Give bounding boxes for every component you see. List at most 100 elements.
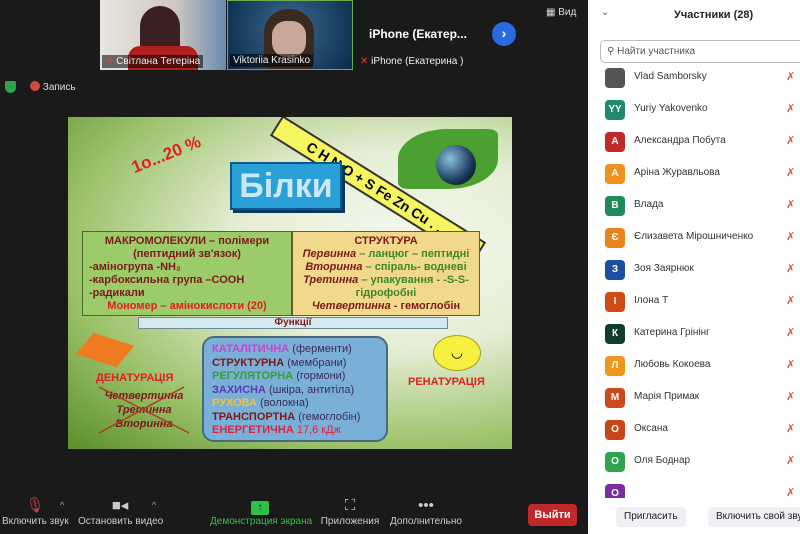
mic-muted-icon[interactable]: ✗: [786, 70, 795, 83]
function-item: ЕНЕРГЕТИЧНА 17,6 кДж: [212, 424, 341, 436]
participant-row[interactable]: YY Yuriy Yakovenko ✗: [588, 94, 800, 126]
invite-button[interactable]: Пригласить: [616, 507, 686, 527]
video-tile-viktoriia[interactable]: Viktoriia Krasinko: [227, 0, 353, 70]
participant-row[interactable]: І Ілона Т ✗: [588, 286, 800, 318]
participant-avatar: В: [605, 196, 625, 216]
participant-avatar: К: [605, 324, 625, 344]
participant-row[interactable]: О Оля Боднар ✗: [588, 446, 800, 478]
mic-muted-icon[interactable]: ✗: [786, 358, 795, 371]
mic-muted-icon[interactable]: ✗: [786, 102, 795, 115]
slide-denat-list: ЧетвертиннаТретиннаВторинна: [94, 386, 194, 434]
participant-row[interactable]: А Александра Побута ✗: [588, 126, 800, 158]
structure-level: Первинна: [302, 248, 357, 260]
slide-percent: 1о...20 %: [128, 132, 204, 177]
view-button[interactable]: ▦ Вид: [546, 7, 576, 18]
share-screen-button[interactable]: ↑ Демонстрация экрана: [210, 496, 312, 527]
participant-row[interactable]: О ✗: [588, 478, 800, 498]
participant-avatar: З: [605, 260, 625, 280]
panel-title: Участники (28): [674, 9, 754, 21]
leave-button[interactable]: Выйти: [528, 504, 577, 526]
strike-cross: [98, 386, 190, 434]
participant-row[interactable]: З Зоя Заярнюк ✗: [588, 254, 800, 286]
mic-muted-icon: ✕: [105, 56, 114, 67]
mic-muted-icon[interactable]: ✗: [786, 422, 795, 435]
video-options-chevron[interactable]: ^: [152, 500, 156, 510]
mic-muted-icon[interactable]: ✗: [786, 198, 795, 211]
slide-right-box: СТРУКТУРА Первинна – ланцюг – пептидні Вт…: [292, 231, 480, 316]
structure-desc: гідрофобні: [355, 287, 417, 299]
share-screen-icon: ↑: [210, 496, 310, 516]
participant-name: Оля Боднар: [634, 455, 691, 466]
mic-muted-icon: ✕: [360, 56, 369, 67]
participant-row[interactable]: Є Єлизавета Мірошниченко ✗: [588, 222, 800, 254]
shared-screen-slide: 1о...20 % C H N O + S Fe Zn Cu . . . Біл…: [68, 117, 512, 449]
participant-name: Vlad Samborsky: [634, 71, 707, 82]
participant-name: Єлизавета Мірошниченко: [634, 231, 754, 242]
mic-muted-icon[interactable]: ✗: [786, 486, 795, 498]
participant-name: Катерина Грінінг: [634, 327, 710, 338]
mic-muted-icon[interactable]: ✗: [786, 262, 795, 275]
record-icon: [30, 81, 40, 91]
function-item: РУХОВА (волокна): [212, 397, 309, 409]
participant-row[interactable]: К Катерина Грінінг ✗: [588, 318, 800, 350]
participant-row[interactable]: О Оксана ✗: [588, 414, 800, 446]
slide-functions-bar: Функції: [138, 317, 448, 329]
participant-name: Александра Побута: [634, 135, 726, 146]
participant-name: Аріна Журавльова: [634, 167, 720, 178]
tile-name: ✕ iPhone (Екатерина ): [360, 56, 464, 67]
participant-search-input[interactable]: ⚲ Найти участника: [600, 40, 800, 63]
participant-avatar: О: [605, 420, 625, 440]
participant-avatar: [605, 68, 625, 88]
mic-muted-icon[interactable]: ✗: [786, 326, 795, 339]
video-camera-icon: ■◂: [111, 497, 129, 514]
slide-renaturation: РЕНАТУРАЦІЯ: [408, 376, 485, 388]
participant-avatar: Є: [605, 228, 625, 248]
stop-video-button[interactable]: ■◂ Остановить видео: [78, 496, 163, 527]
participant-row[interactable]: А Аріна Журавльова ✗: [588, 158, 800, 190]
slide-title: Білки: [230, 162, 342, 210]
participants-panel: ⌄ Участники (28) ⚲ Найти участника Vlad …: [588, 0, 800, 534]
unmute-self-button[interactable]: Включить свой звук: [708, 507, 800, 527]
participant-name: Оксана: [634, 423, 668, 434]
participant-avatar: Л: [605, 356, 625, 376]
apps-icon: ⛶: [344, 497, 356, 514]
mic-muted-icon[interactable]: ✗: [786, 454, 795, 467]
function-item: ЗАХИСНА (шкіра, антитіла): [212, 383, 355, 396]
participant-row[interactable]: Л Любовь Кокоева ✗: [588, 350, 800, 382]
grid-icon: ▦: [546, 7, 556, 18]
recording-indicator[interactable]: Запись: [30, 81, 76, 93]
participant-name: Любовь Кокоева: [634, 359, 711, 370]
participant-name: Ілона Т: [634, 295, 669, 306]
mic-muted-icon[interactable]: ✗: [786, 294, 795, 307]
mic-muted-icon[interactable]: ✗: [786, 166, 795, 179]
more-dots-icon: •••: [418, 497, 434, 514]
function-item: ТРАНСПОРТНА (гемоглобін): [212, 410, 361, 423]
structure-desc: - гемоглобін: [390, 300, 461, 312]
mic-muted-icon[interactable]: ✗: [786, 134, 795, 147]
more-button[interactable]: ••• Дополнительно: [390, 496, 462, 527]
participant-avatar: І: [605, 292, 625, 312]
tile-title: iPhone (Екатер...: [369, 27, 467, 41]
next-page-button[interactable]: ›: [492, 22, 516, 46]
apps-button[interactable]: ⛶ Приложения: [320, 496, 380, 527]
video-tile-svitlana[interactable]: ✕ Світлана Тетеріна: [100, 0, 226, 70]
participant-name: Yuriy Yakovenko: [634, 103, 708, 114]
tile-name: Viktoriia Krasinko: [230, 54, 314, 67]
participant-row[interactable]: Vlad Samborsky ✗: [588, 62, 800, 94]
mic-muted-icon[interactable]: ✗: [786, 230, 795, 243]
unmute-button[interactable]: 🎙︎ Включить звук: [2, 496, 69, 527]
structure-level: Третинна: [303, 274, 359, 286]
participant-avatar: М: [605, 388, 625, 408]
participant-name: Марія Примак: [634, 391, 700, 402]
participant-row[interactable]: В Влада ✗: [588, 190, 800, 222]
function-item: СТРУКТУРНА (мембрани): [212, 356, 347, 369]
audio-options-chevron[interactable]: ^: [60, 500, 64, 510]
structure-level: Вторинна: [305, 261, 363, 273]
lightning-icon: [75, 332, 135, 368]
collapse-chevron-icon[interactable]: ⌄: [601, 7, 609, 18]
slide-left-box: МАКРОМОЛЕКУЛИ – полімери (пептидний зв'я…: [82, 231, 292, 316]
mic-muted-icon[interactable]: ✗: [786, 390, 795, 403]
video-tile-iphone[interactable]: iPhone (Екатер... ✕ iPhone (Екатерина ): [355, 0, 481, 70]
participant-row[interactable]: М Марія Примак ✗: [588, 382, 800, 414]
slide-denaturation: ДЕНАТУРАЦІЯ: [96, 372, 174, 384]
